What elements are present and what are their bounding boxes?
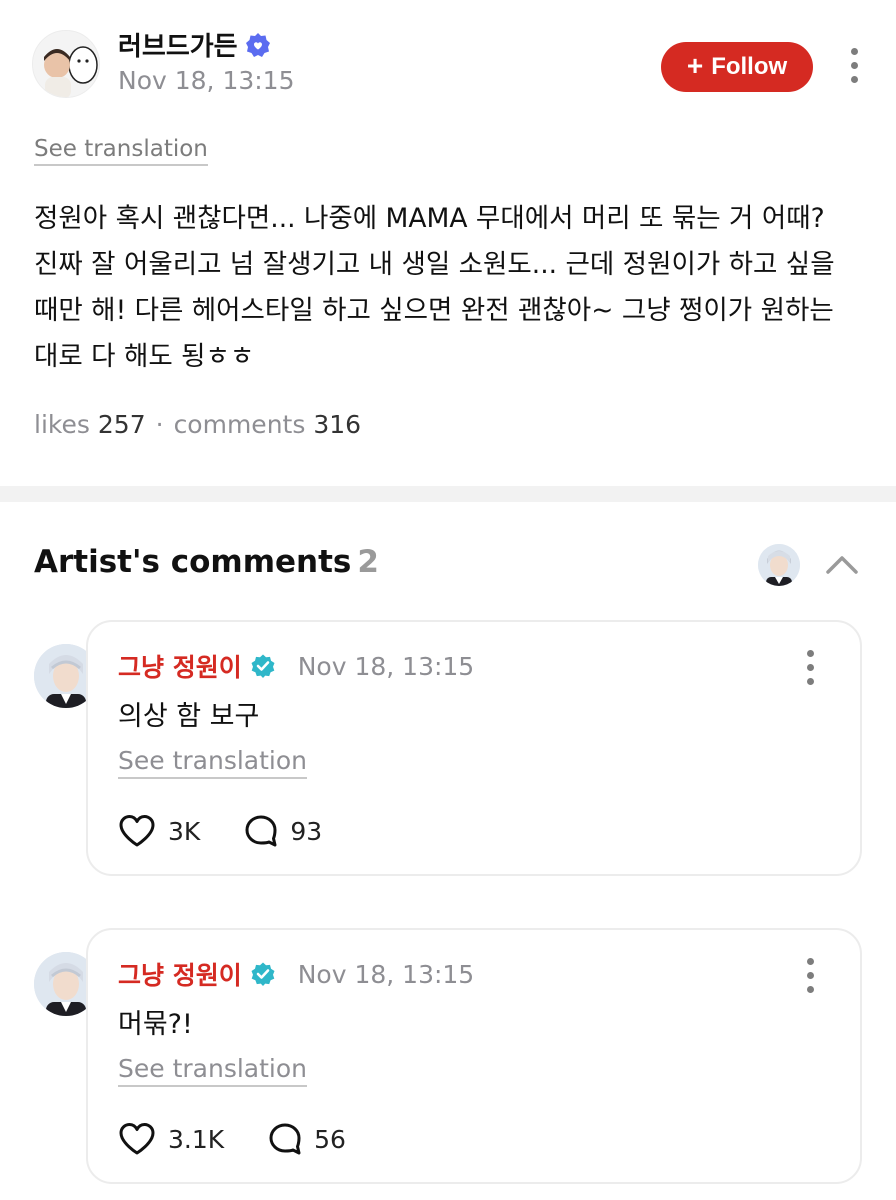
like-count: 3K (168, 816, 201, 846)
separator-dot: · (155, 410, 164, 439)
comment-time: Nov 18, 13:15 (297, 651, 475, 681)
reply-button[interactable]: 93 (244, 814, 322, 848)
more-vertical-icon[interactable] (800, 958, 820, 993)
comment-actions: 3.1K 56 (118, 1122, 346, 1156)
comment-time: Nov 18, 13:15 (297, 959, 475, 989)
comment-card: 그냥 정원이 Nov 18, 13:15 의상 함 보구 See transla… (86, 620, 862, 876)
like-button[interactable]: 3.1K (118, 1122, 224, 1156)
likes-label: likes (34, 410, 90, 439)
artist-comments-title: Artist's comments 2 (34, 544, 379, 580)
like-button[interactable]: 3K (118, 814, 200, 848)
likes-count[interactable]: 257 (98, 410, 146, 439)
comment-actions: 3K 93 (118, 814, 322, 848)
reply-count: 93 (290, 816, 323, 846)
artist-comments-title-text: Artist's comments (34, 544, 352, 580)
author-avatar[interactable] (32, 30, 100, 98)
comment-bubble-icon (245, 815, 277, 847)
comment-card: 그냥 정원이 Nov 18, 13:15 머묶?! See translatio… (86, 928, 862, 1184)
see-translation-link[interactable]: See translation (118, 1054, 308, 1087)
comments-count[interactable]: 316 (313, 410, 361, 439)
heart-icon (119, 1123, 155, 1155)
comments-label: comments (173, 410, 306, 439)
more-vertical-icon[interactable] (844, 48, 864, 83)
comment-bubble-icon (269, 1123, 301, 1155)
comment-author[interactable]: 그냥 정원이 (118, 648, 242, 684)
follow-button[interactable]: + Follow (661, 42, 813, 92)
see-translation-link[interactable]: See translation (34, 136, 208, 166)
see-translation-link[interactable]: See translation (118, 746, 308, 779)
reply-count: 56 (314, 1124, 346, 1154)
comment-text: 의상 함 보구 (118, 701, 260, 732)
author-name-text[interactable]: 러브드가든 (118, 26, 238, 63)
post-time: Nov 18, 13:15 (118, 66, 295, 95)
chevron-up-icon[interactable] (824, 552, 860, 576)
author-name[interactable]: 러브드가든 (118, 26, 272, 63)
plus-icon: + (686, 50, 704, 81)
follow-label: Follow (711, 53, 788, 80)
more-vertical-icon[interactable] (800, 650, 820, 685)
reply-button[interactable]: 56 (268, 1122, 346, 1156)
artist-avatar[interactable] (758, 544, 800, 586)
verified-badge-icon (244, 31, 272, 59)
verified-badge-icon (250, 961, 276, 987)
comment-author[interactable]: 그냥 정원이 (118, 956, 242, 992)
comment-header: 그냥 정원이 Nov 18, 13:15 (118, 648, 474, 684)
post-body: 정원아 혹시 괜찮다면... 나중에 MAMA 무대에서 머리 또 묶는 거 어… (34, 203, 835, 372)
verified-badge-icon (250, 653, 276, 679)
post-stats: likes 257 · comments 316 (34, 410, 361, 439)
heart-icon (119, 815, 155, 847)
like-count: 3.1K (168, 1124, 225, 1154)
comment-text: 머묶?! (118, 1009, 193, 1040)
post-page: 러브드가든 Nov 18, 13:15 + Follow See transla… (0, 0, 896, 1200)
comment-header: 그냥 정원이 Nov 18, 13:15 (118, 956, 474, 992)
artist-comments-count: 2 (357, 544, 379, 580)
section-divider (0, 486, 896, 502)
